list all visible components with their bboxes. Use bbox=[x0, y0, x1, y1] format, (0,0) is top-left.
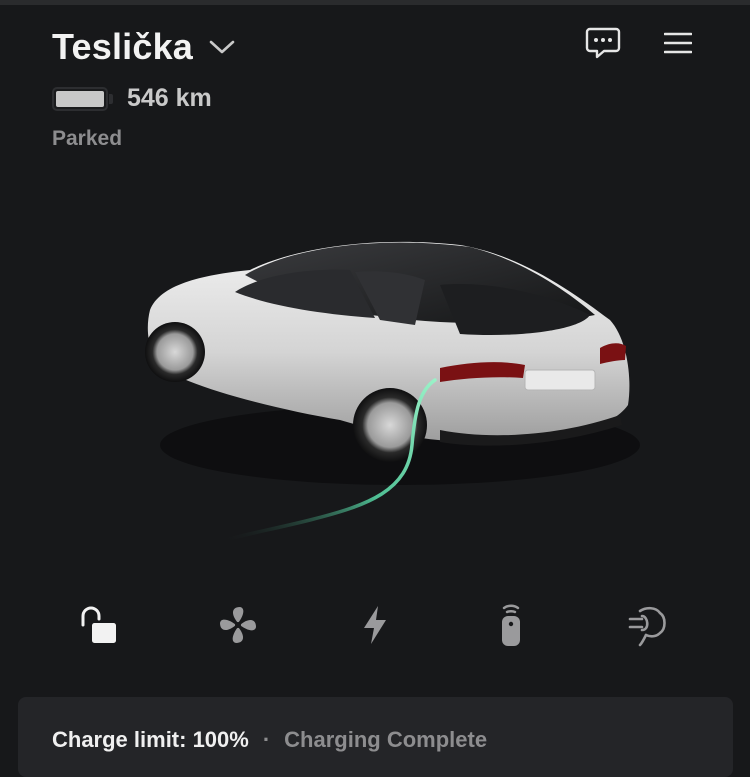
controls-button[interactable] bbox=[481, 600, 541, 654]
battery-status: 546 km bbox=[52, 84, 212, 113]
lock-icon bbox=[78, 605, 118, 650]
summon-button[interactable] bbox=[618, 600, 678, 654]
summon-icon bbox=[626, 603, 670, 652]
lock-button[interactable] bbox=[68, 600, 128, 654]
battery-fill bbox=[56, 90, 104, 107]
remote-key-icon bbox=[496, 602, 526, 653]
quick-controls bbox=[0, 600, 750, 660]
charging-status-label: Charging Complete bbox=[284, 727, 488, 752]
car-image[interactable] bbox=[140, 230, 640, 550]
vehicle-name: Teslička bbox=[52, 26, 194, 67]
hamburger-menu-icon[interactable] bbox=[663, 32, 693, 59]
vehicle-selector[interactable]: Teslička bbox=[52, 26, 235, 68]
chat-icon[interactable] bbox=[585, 26, 621, 65]
charging-button[interactable] bbox=[345, 600, 405, 654]
climate-button[interactable] bbox=[208, 600, 268, 654]
top-strip bbox=[0, 0, 750, 5]
separator-dot: · bbox=[262, 727, 271, 752]
battery-icon bbox=[52, 86, 108, 111]
charge-status-card[interactable]: Charge limit: 100% · Charging Complete bbox=[18, 697, 733, 777]
charge-status-row: Charge limit: 100% · Charging Complete bbox=[52, 727, 487, 753]
range-value: 546 km bbox=[127, 84, 212, 112]
battery-cap bbox=[109, 93, 113, 104]
fan-icon bbox=[216, 603, 260, 652]
chevron-down-icon[interactable] bbox=[209, 39, 235, 60]
lightning-icon bbox=[360, 604, 390, 651]
charge-limit-label: Charge limit: 100% bbox=[52, 727, 249, 752]
vehicle-status: Parked bbox=[52, 127, 123, 150]
